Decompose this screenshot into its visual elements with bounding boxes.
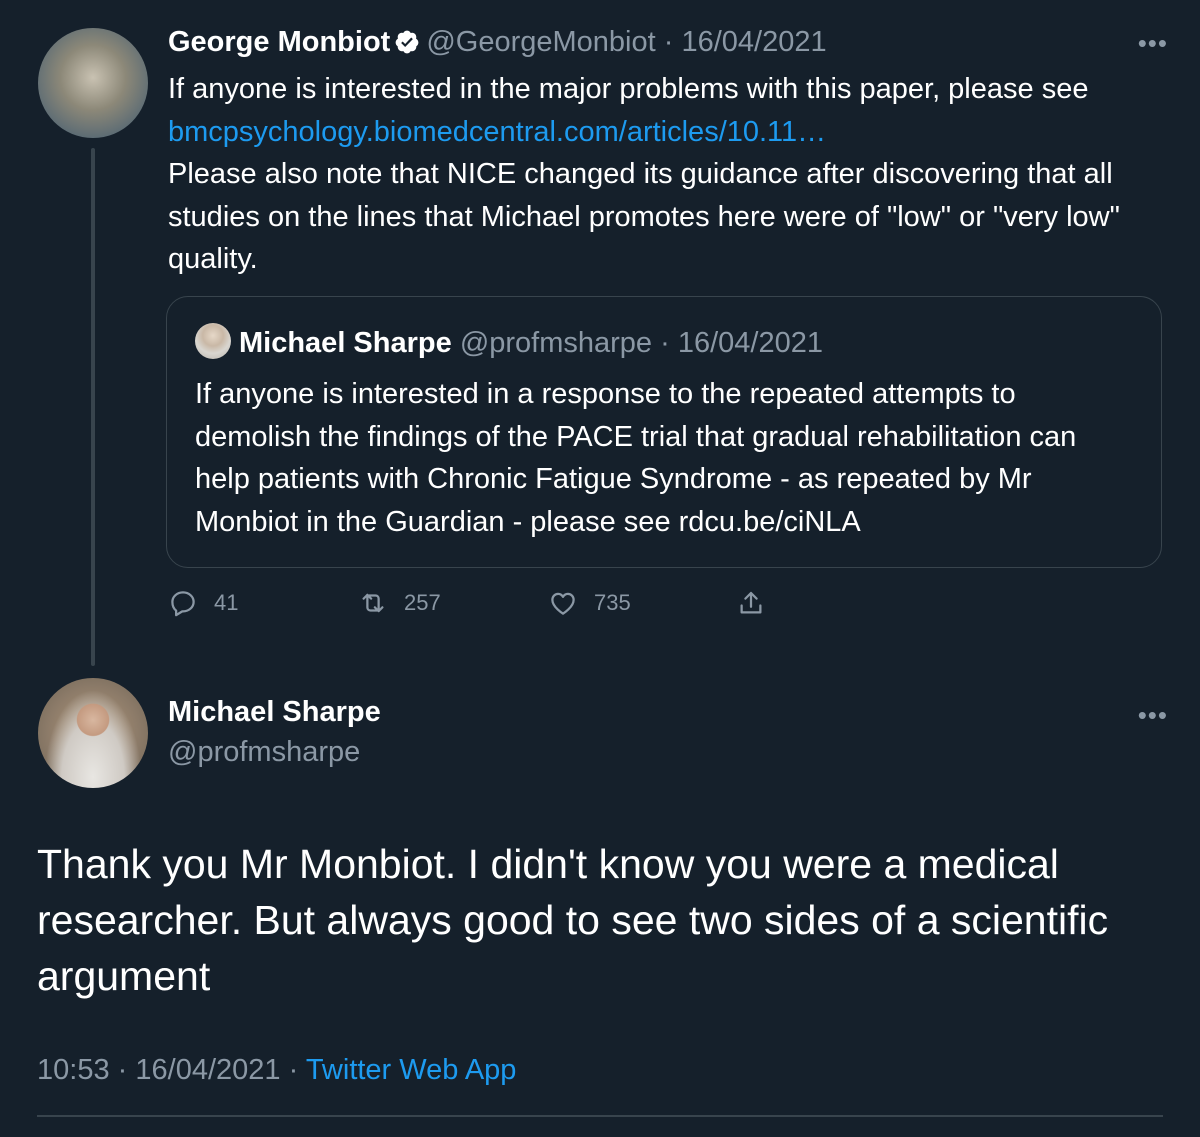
main-tweet-meta: 10:53 · 16/04/2021 · Twitter Web App (37, 1050, 516, 1090)
reply-button[interactable]: 41 (168, 588, 238, 618)
share-button[interactable] (736, 588, 782, 618)
retweet-button[interactable]: 257 (358, 588, 441, 618)
thread-connector-line (91, 148, 95, 666)
main-author-name[interactable]: Michael Sharpe (168, 694, 381, 730)
verified-badge-icon (395, 30, 419, 54)
tweet-source-link[interactable]: Twitter Web App (306, 1054, 517, 1086)
quoted-author-avatar (195, 323, 231, 359)
quoted-tweet-text: If anyone is interested in a response to… (195, 378, 1077, 538)
main-tweet-text: Thank you Mr Monbiot. I didn't know you … (37, 841, 1109, 999)
quoted-date: 16/04/2021 (677, 327, 824, 359)
reply-icon (171, 591, 195, 617)
parent-separator: · (663, 26, 674, 58)
quoted-tweet-header: Michael Sharpe @profmsharpe · 16/04/2021 (195, 323, 823, 363)
retweet-icon (362, 593, 384, 613)
parent-date[interactable]: 16/04/2021 (681, 26, 826, 58)
tweet-thread-view: ••• George Monbiot @GeorgeMonbiot · 16/04… (0, 0, 1200, 1137)
quoted-author-name: Michael Sharpe (239, 327, 452, 359)
parent-author-name[interactable]: George Monbiot (168, 26, 390, 58)
main-tweet-time[interactable]: 10:53 (37, 1054, 110, 1086)
heart-icon (551, 592, 575, 615)
share-icon (740, 591, 762, 614)
parent-tweet-actions: 41 257 735 (168, 588, 808, 622)
quoted-author-handle: @profmsharpe (459, 327, 653, 359)
parent-text-rest: Please also note that NICE changed its g… (168, 158, 1120, 275)
main-more-icon[interactable]: ••• (1138, 700, 1168, 731)
like-count: 735 (594, 590, 631, 615)
parent-tweet[interactable]: George Monbiot @GeorgeMonbiot · 16/04/202… (168, 24, 1168, 281)
quoted-tweet-card[interactable]: Michael Sharpe @profmsharpe · 16/04/2021… (166, 296, 1162, 568)
parent-link[interactable]: bmcpsychology.biomedcentral.com/articles… (168, 116, 826, 148)
like-button[interactable]: 735 (548, 588, 631, 618)
main-tweet-date[interactable]: 16/04/2021 (135, 1054, 280, 1086)
parent-text-line1: If anyone is interested in the major pro… (168, 73, 1089, 105)
bottom-divider (37, 1115, 1163, 1117)
parent-author-handle[interactable]: @GeorgeMonbiot (426, 26, 655, 58)
michael-sharpe-avatar[interactable] (38, 678, 148, 788)
quoted-separator: · (660, 327, 670, 359)
reply-count: 41 (214, 590, 239, 615)
main-author-handle[interactable]: @profmsharpe (168, 734, 360, 770)
meta-separator-1: · (117, 1054, 128, 1086)
george-monbiot-avatar[interactable] (38, 28, 148, 138)
retweet-count: 257 (404, 590, 441, 615)
parent-tweet-header: George Monbiot @GeorgeMonbiot · 16/04/202… (168, 24, 1168, 60)
meta-separator-2: · (288, 1054, 299, 1086)
parent-tweet-text: If anyone is interested in the major pro… (168, 68, 1168, 281)
